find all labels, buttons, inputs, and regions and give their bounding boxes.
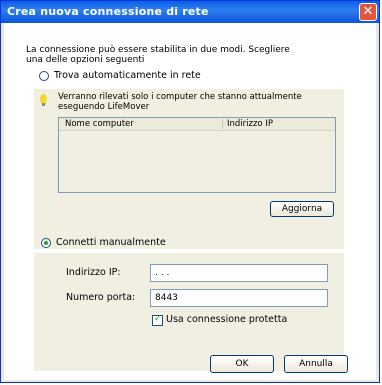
radio-manual-label[interactable]: Connetti manualmente — [56, 237, 166, 248]
computer-list[interactable]: Nome computer Indirizzo IP — [58, 117, 336, 193]
lightbulb-base — [42, 103, 45, 106]
port-label: Numero porta: — [66, 292, 136, 303]
column-header-computer[interactable]: Nome computer — [65, 119, 134, 129]
window-title: Crea nuova connessione di rete — [7, 5, 209, 18]
ip-address-field[interactable]: . . . — [150, 264, 328, 282]
intro-text: La connessione può essere stabilita in d… — [26, 45, 290, 65]
dialog-body: La connessione può essere stabilita in d… — [4, 23, 376, 380]
list-header: Nome computer Indirizzo IP — [59, 118, 335, 131]
ip-label: Indirizzo IP: — [66, 267, 121, 278]
port-field[interactable]: 8443 — [150, 289, 328, 307]
column-divider[interactable] — [222, 119, 223, 129]
auto-panel: Verranno rilevati solo i computer che st… — [34, 89, 344, 249]
secure-connection-checkbox[interactable] — [152, 314, 163, 326]
cancel-button[interactable]: Annulla — [284, 355, 348, 373]
radio-auto-label[interactable]: Trova automaticamente in rete — [54, 70, 201, 81]
column-header-ip[interactable]: Indirizzo IP — [227, 119, 273, 129]
close-button[interactable]: ✕ — [359, 3, 377, 21]
dialog-window: Crea nuova connessione di rete ✕ La conn… — [0, 0, 380, 383]
auto-note: Verranno rilevati solo i computer che st… — [58, 92, 302, 112]
refresh-button[interactable]: Aggiorna — [270, 201, 334, 217]
ok-button[interactable]: OK — [210, 355, 274, 373]
radio-auto[interactable] — [39, 71, 49, 81]
title-bar[interactable]: Crea nuova connessione di rete ✕ — [1, 1, 379, 23]
secure-connection-label[interactable]: Usa connessione protetta — [166, 314, 287, 325]
radio-manual[interactable] — [41, 238, 51, 248]
manual-panel: Indirizzo IP: . . . Numero porta: 8443 U… — [34, 253, 344, 371]
